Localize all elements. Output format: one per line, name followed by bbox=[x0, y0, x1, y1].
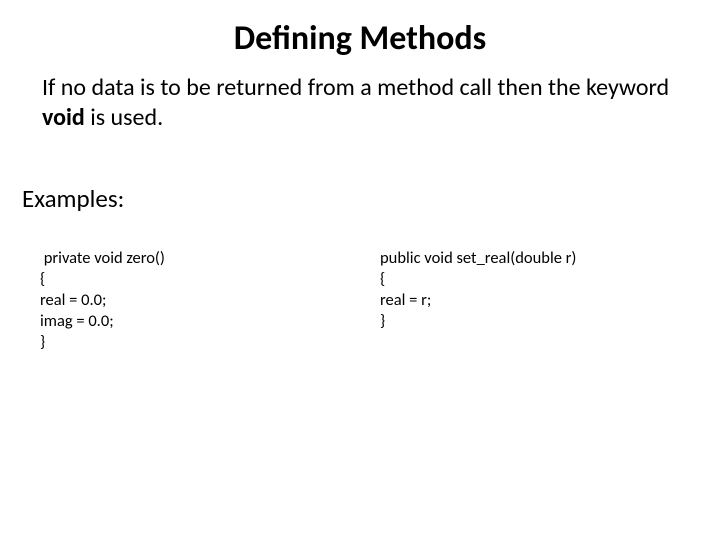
description-text-post: is used. bbox=[85, 103, 163, 132]
code-example-left: private void zero() { real = 0.0; imag =… bbox=[40, 248, 380, 354]
code-example-right: public void set_real(double r) { real = … bbox=[380, 248, 720, 354]
description-keyword: void bbox=[42, 103, 85, 132]
description-paragraph: If no data is to be returned from a meth… bbox=[0, 73, 720, 133]
page-title: Defining Methods bbox=[0, 18, 720, 59]
description-text-pre: If no data is to be returned from a meth… bbox=[42, 73, 669, 102]
examples-label: Examples: bbox=[0, 183, 720, 214]
code-columns: private void zero() { real = 0.0; imag =… bbox=[0, 248, 720, 354]
